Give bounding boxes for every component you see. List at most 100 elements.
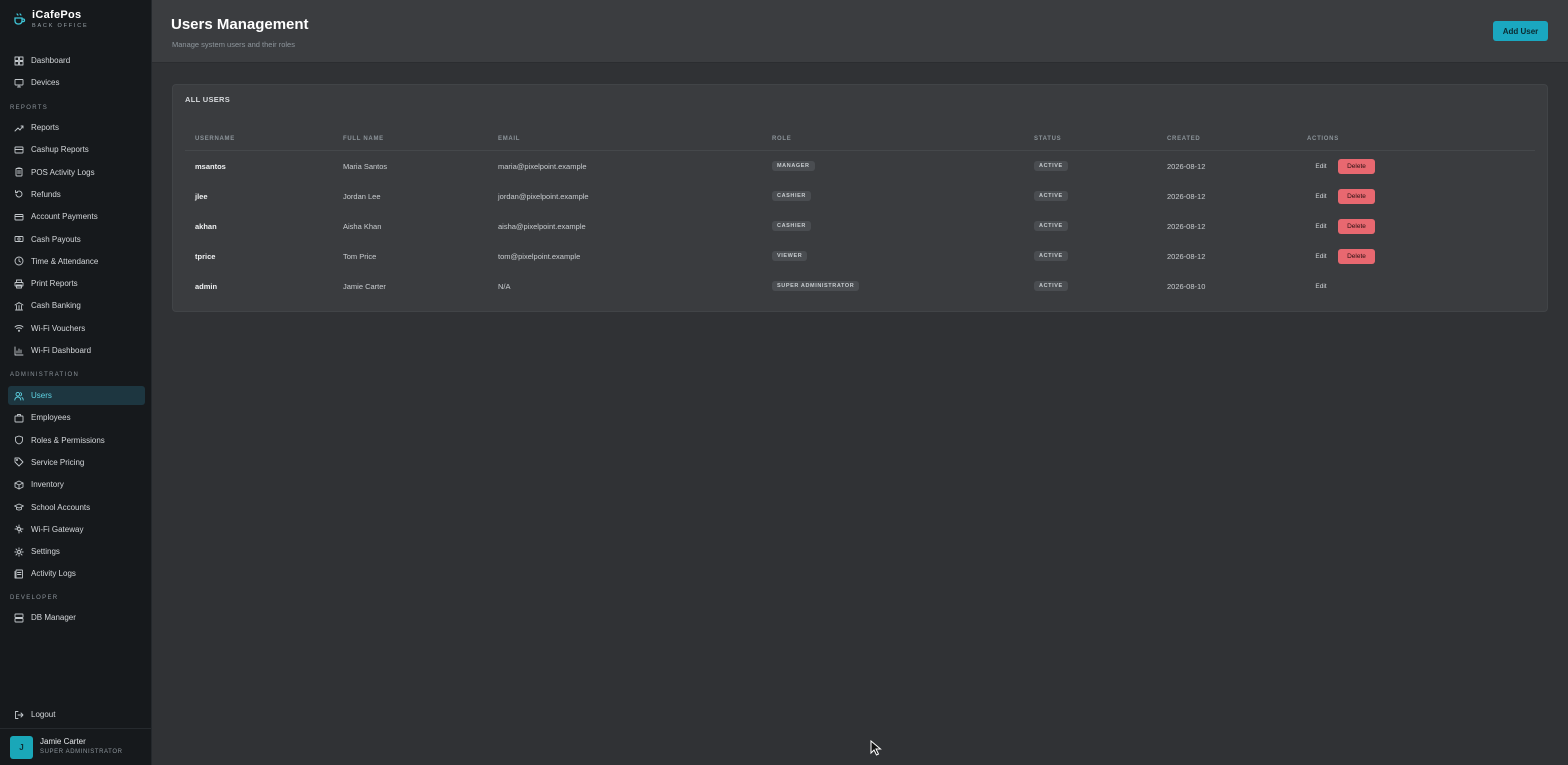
sidebar-item-label: Print Reports: [31, 279, 78, 289]
gear-icon: [14, 546, 24, 557]
dashboard-icon: [14, 56, 24, 65]
actions-cell: Edit Delete: [1311, 211, 1375, 241]
add-user-button[interactable]: Add User: [1493, 21, 1548, 41]
role-badge: MANAGER: [772, 161, 815, 171]
sidebar-item-label: Account Payments: [31, 212, 98, 222]
graduation-cap-icon: [14, 503, 24, 511]
brand-subtitle: BACK OFFICE: [32, 23, 89, 29]
brand-name: iCafePos: [32, 9, 82, 21]
current-user-card[interactable]: J Jamie Carter SUPER ADMINISTRATOR: [0, 728, 151, 765]
sidebar-item-label: Settings: [31, 547, 60, 557]
section-title-reports: REPORTS: [10, 105, 48, 111]
delete-button[interactable]: Delete: [1338, 188, 1375, 204]
sidebar-item-label: Users: [31, 391, 52, 400]
sidebar-item-employees[interactable]: Employees: [8, 408, 145, 427]
sidebar-item-wi-fi-dashboard[interactable]: Wi-Fi Dashboard: [8, 341, 145, 360]
sidebar-item-activity-logs[interactable]: Activity Logs: [8, 564, 145, 583]
logout-button[interactable]: Logout: [8, 705, 145, 724]
sidebar-item-inventory[interactable]: Inventory: [8, 475, 145, 494]
sidebar-item-label: Roles & Permissions: [31, 435, 105, 445]
section-title-administration: ADMINISTRATION: [10, 372, 80, 378]
column-header-role: ROLE: [772, 136, 792, 142]
table-row: tprice Tom Price tom@pixelpoint.example VIE…: [173, 241, 1549, 271]
card-title: ALL USERS: [185, 95, 231, 104]
delete-button[interactable]: Delete: [1338, 248, 1375, 264]
role-badge: SUPER ADMINISTRATOR: [772, 281, 860, 291]
table-row: admin Jamie Carter N/A SUPER ADMINISTRATOR A…: [173, 271, 1549, 301]
sidebar-item-label: Wi-Fi Gateway: [31, 524, 84, 534]
sidebar-item-wi-fi-vouchers[interactable]: Wi-Fi Vouchers: [8, 319, 145, 338]
bank-icon: [14, 301, 24, 311]
edit-button[interactable]: Edit: [1311, 248, 1331, 264]
actions-cell: Edit Delete: [1311, 241, 1375, 271]
role-badge: CASHIER: [772, 191, 811, 201]
sidebar-item-cashup-reports[interactable]: Cashup Reports: [8, 140, 145, 159]
database-icon: [14, 613, 24, 622]
role-badge: CASHIER: [772, 221, 811, 231]
sidebar-item-label: Wi-Fi Dashboard: [31, 346, 92, 355]
sidebar-item-pos-activity-logs[interactable]: POS Activity Logs: [8, 163, 145, 182]
mouse-cursor-icon: [870, 740, 882, 756]
sidebar-item-cash-payouts[interactable]: Cash Payouts: [8, 230, 145, 249]
status-badge: ACTIVE: [1034, 251, 1068, 261]
status-cell: ACTIVE: [1034, 271, 1068, 301]
users-card: ALL USERS USERNAME FULL NAME EMAIL ROLE STAT…: [172, 84, 1548, 312]
sidebar-item-wi-fi-gateway[interactable]: Wi-Fi Gateway: [8, 520, 145, 539]
users-icon: [14, 391, 24, 400]
sidebar-item-label: DB Manager: [31, 613, 76, 622]
status-cell: ACTIVE: [1034, 151, 1068, 181]
sidebar-item-users[interactable]: Users: [8, 386, 145, 405]
sidebar-item-roles-and-permissions[interactable]: Roles & Permissions: [8, 431, 145, 450]
sidebar-item-label: Refunds: [31, 189, 61, 199]
sidebar-item-account-payments[interactable]: Account Payments: [8, 207, 145, 226]
sidebar-item-label: Cash Payouts: [31, 234, 81, 244]
delete-button[interactable]: Delete: [1338, 158, 1375, 174]
tag-icon: [14, 457, 24, 467]
current-user-role: SUPER ADMINISTRATOR: [40, 749, 123, 755]
sidebar-item-label: Cash Banking: [31, 301, 81, 311]
edit-button[interactable]: Edit: [1311, 158, 1331, 174]
register-icon: [14, 146, 24, 154]
sidebar-item-dashboard[interactable]: Dashboard: [8, 51, 145, 70]
sidebar-item-cash-banking[interactable]: Cash Banking: [8, 296, 145, 315]
clock-icon: [14, 256, 24, 266]
status-cell: ACTIVE: [1034, 241, 1068, 271]
edit-button[interactable]: Edit: [1311, 188, 1331, 204]
sidebar-item-service-pricing[interactable]: Service Pricing: [8, 453, 145, 472]
status-badge: ACTIVE: [1034, 191, 1068, 201]
username-cell: akhan: [195, 221, 217, 231]
sidebar-item-db-manager[interactable]: DB Manager: [8, 608, 145, 627]
full-name-cell: Tom Price: [343, 251, 377, 261]
sidebar-item-label: Reports: [31, 123, 60, 132]
logout-icon: [15, 710, 24, 719]
username-cell: msantos: [195, 161, 226, 171]
sidebar-item-reports[interactable]: Reports: [8, 118, 145, 137]
wifi-icon: [14, 325, 24, 333]
actions-cell: Edit: [1311, 271, 1331, 301]
sidebar-item-label: Service Pricing: [31, 457, 85, 467]
brand[interactable]: iCafePos BACK OFFICE: [12, 10, 88, 29]
sidebar-item-devices[interactable]: Devices: [8, 73, 145, 92]
edit-button[interactable]: Edit: [1311, 218, 1331, 234]
username-cell: tprice: [195, 251, 216, 261]
sidebar-item-school-accounts[interactable]: School Accounts: [8, 498, 145, 517]
edit-button[interactable]: Edit: [1311, 278, 1331, 294]
cash-icon: [14, 236, 24, 242]
delete-button[interactable]: Delete: [1338, 218, 1375, 234]
sidebar-item-time-and-attendance[interactable]: Time & Attendance: [8, 252, 145, 271]
logout-label: Logout: [31, 710, 56, 719]
column-header-actions: ACTIONS: [1307, 136, 1339, 142]
sidebar-item-print-reports[interactable]: Print Reports: [8, 274, 145, 293]
sidebar-item-label: Devices: [31, 78, 60, 88]
created-cell: 2026-08-12: [1167, 251, 1206, 261]
sidebar-item-settings[interactable]: Settings: [8, 542, 145, 561]
avatar: J: [10, 736, 33, 759]
created-cell: 2026-08-12: [1167, 161, 1206, 171]
full-name-cell: Maria Santos: [343, 161, 388, 171]
briefcase-icon: [14, 413, 24, 423]
email-cell: N/A: [498, 281, 511, 291]
page-subtitle: Manage system users and their roles: [172, 40, 295, 49]
email-cell: aisha@pixelpoint.example: [498, 221, 586, 231]
sidebar-item-label: School Accounts: [31, 502, 91, 512]
sidebar-item-refunds[interactable]: Refunds: [8, 185, 145, 204]
